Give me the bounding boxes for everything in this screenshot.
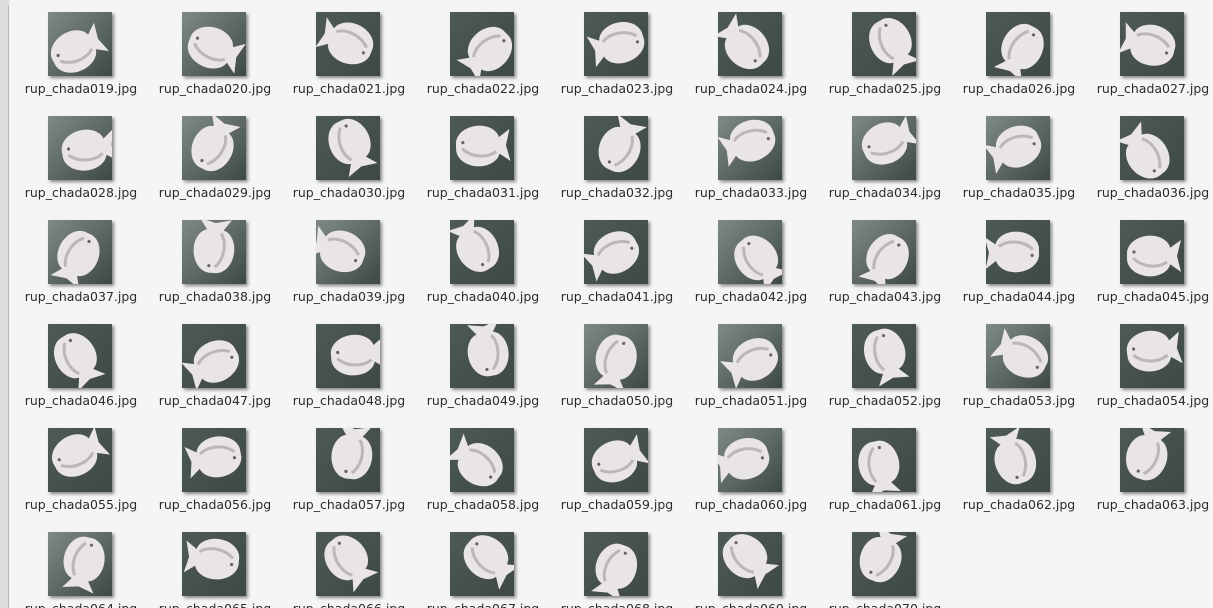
file-name-label: rup_chada056.jpg	[158, 497, 272, 512]
file-name-label: rup_chada057.jpg	[292, 497, 406, 512]
file-item[interactable]: rup_chada063.jpg	[1088, 0, 1213, 512]
file-name-label: rup_chada045.jpg	[1096, 289, 1210, 304]
fish-thumbnail-icon[interactable]	[182, 220, 246, 284]
fish-thumbnail-icon[interactable]	[48, 532, 112, 596]
file-name-label: rup_chada068.jpg	[552, 601, 682, 608]
fish-thumbnail-icon[interactable]	[316, 532, 380, 596]
icon-view[interactable]: rup_chada019.jpg rup_chada020.jpg rup_chad…	[10, 0, 1213, 608]
file-name-label: rup_chada037.jpg	[24, 289, 138, 304]
file-name-label: rup_chada051.jpg	[694, 393, 808, 408]
file-name-label: rup_chada040.jpg	[426, 289, 540, 304]
file-item[interactable]: rup_chada067.jpg	[418, 0, 548, 608]
fish-thumbnail-icon[interactable]	[182, 116, 246, 180]
file-name-label: rup_chada062.jpg	[962, 497, 1076, 512]
fish-thumbnail-icon[interactable]	[986, 324, 1050, 388]
fish-thumbnail-icon[interactable]	[584, 324, 648, 388]
fish-thumbnail-icon[interactable]	[852, 220, 916, 284]
file-name-label: rup_chada041.jpg	[560, 289, 674, 304]
fish-thumbnail-icon[interactable]	[450, 532, 514, 596]
file-name-label: rup_chada067.jpg	[418, 601, 548, 608]
file-name-label: rup_chada053.jpg	[962, 393, 1076, 408]
file-name-label: rup_chada029.jpg	[158, 185, 272, 200]
file-item[interactable]: rup_chada069.jpg	[686, 0, 816, 608]
file-manager-window: rup_chada019.jpg rup_chada020.jpg rup_chad…	[0, 0, 1213, 608]
fish-thumbnail-icon[interactable]	[450, 116, 514, 180]
fish-thumbnail-icon[interactable]	[1120, 324, 1184, 388]
file-name-label: rup_chada060.jpg	[694, 497, 808, 512]
file-name-label: rup_chada063.jpg	[1096, 497, 1210, 512]
fish-thumbnail-icon[interactable]	[1120, 116, 1184, 180]
fish-thumbnail-icon[interactable]	[584, 116, 648, 180]
file-name-label: rup_chada031.jpg	[426, 185, 540, 200]
fish-thumbnail-icon[interactable]	[182, 428, 246, 492]
file-name-label: rup_chada042.jpg	[694, 289, 808, 304]
file-name-label: rup_chada061.jpg	[828, 497, 942, 512]
fish-thumbnail-icon[interactable]	[48, 116, 112, 180]
file-name-label: rup_chada046.jpg	[24, 393, 138, 408]
fish-thumbnail-icon[interactable]	[584, 428, 648, 492]
file-name-label: rup_chada038.jpg	[158, 289, 272, 304]
file-item[interactable]: rup_chada064.jpg	[16, 0, 146, 608]
file-name-label: rup_chada048.jpg	[292, 393, 406, 408]
fish-thumbnail-icon[interactable]	[986, 116, 1050, 180]
file-name-label: rup_chada034.jpg	[828, 185, 942, 200]
fish-thumbnail-icon[interactable]	[852, 116, 916, 180]
fish-thumbnail-icon[interactable]	[450, 428, 514, 492]
fish-thumbnail-icon[interactable]	[852, 532, 916, 596]
fish-thumbnail-icon[interactable]	[718, 324, 782, 388]
file-name-label: rup_chada055.jpg	[24, 497, 138, 512]
file-name-label: rup_chada049.jpg	[426, 393, 540, 408]
file-name-label: rup_chada035.jpg	[962, 185, 1076, 200]
file-item[interactable]: rup_chada065.jpg	[150, 0, 280, 608]
file-name-label: rup_chada036.jpg	[1096, 185, 1210, 200]
fish-thumbnail-icon[interactable]	[584, 532, 648, 596]
fish-thumbnail-icon[interactable]	[316, 220, 380, 284]
fish-thumbnail-icon[interactable]	[1120, 428, 1184, 492]
fish-thumbnail-icon[interactable]	[316, 116, 380, 180]
fish-thumbnail-icon[interactable]	[450, 324, 514, 388]
window-left-frame	[0, 0, 9, 608]
fish-thumbnail-icon[interactable]	[316, 324, 380, 388]
file-name-label: rup_chada054.jpg	[1096, 393, 1210, 408]
fish-thumbnail-icon[interactable]	[316, 428, 380, 492]
file-name-label: rup_chada064.jpg	[16, 601, 146, 608]
fish-thumbnail-icon[interactable]	[584, 220, 648, 284]
file-name-label: rup_chada058.jpg	[426, 497, 540, 512]
file-item[interactable]: rup_chada062.jpg	[954, 0, 1084, 512]
file-name-label: rup_chada032.jpg	[560, 185, 674, 200]
file-name-label: rup_chada033.jpg	[694, 185, 808, 200]
fish-thumbnail-icon[interactable]	[986, 428, 1050, 492]
fish-thumbnail-icon[interactable]	[48, 324, 112, 388]
fish-thumbnail-icon[interactable]	[182, 532, 246, 596]
file-name-label: rup_chada043.jpg	[828, 289, 942, 304]
fish-thumbnail-icon[interactable]	[852, 324, 916, 388]
fish-thumbnail-icon[interactable]	[718, 220, 782, 284]
file-item[interactable]: rup_chada066.jpg	[284, 0, 414, 608]
fish-thumbnail-icon[interactable]	[450, 220, 514, 284]
file-name-label: rup_chada059.jpg	[560, 497, 674, 512]
file-name-label: rup_chada070.jpg	[820, 601, 950, 608]
file-name-label: rup_chada047.jpg	[158, 393, 272, 408]
file-name-label: rup_chada052.jpg	[828, 393, 942, 408]
file-name-label: rup_chada065.jpg	[150, 601, 280, 608]
fish-thumbnail-icon[interactable]	[1120, 220, 1184, 284]
file-name-label: rup_chada066.jpg	[284, 601, 414, 608]
file-name-label: rup_chada030.jpg	[292, 185, 406, 200]
fish-thumbnail-icon[interactable]	[718, 116, 782, 180]
fish-thumbnail-icon[interactable]	[986, 220, 1050, 284]
file-name-label: rup_chada050.jpg	[560, 393, 674, 408]
fish-thumbnail-icon[interactable]	[182, 324, 246, 388]
fish-thumbnail-icon[interactable]	[852, 428, 916, 492]
file-item[interactable]: rup_chada068.jpg	[552, 0, 682, 608]
file-item[interactable]: rup_chada070.jpg	[820, 0, 950, 608]
file-name-label: rup_chada044.jpg	[962, 289, 1076, 304]
fish-thumbnail-icon[interactable]	[48, 220, 112, 284]
file-name-label: rup_chada069.jpg	[686, 601, 816, 608]
fish-thumbnail-icon[interactable]	[718, 428, 782, 492]
fish-thumbnail-icon[interactable]	[718, 532, 782, 596]
file-name-label: rup_chada039.jpg	[292, 289, 406, 304]
fish-thumbnail-icon[interactable]	[48, 428, 112, 492]
file-name-label: rup_chada028.jpg	[24, 185, 138, 200]
